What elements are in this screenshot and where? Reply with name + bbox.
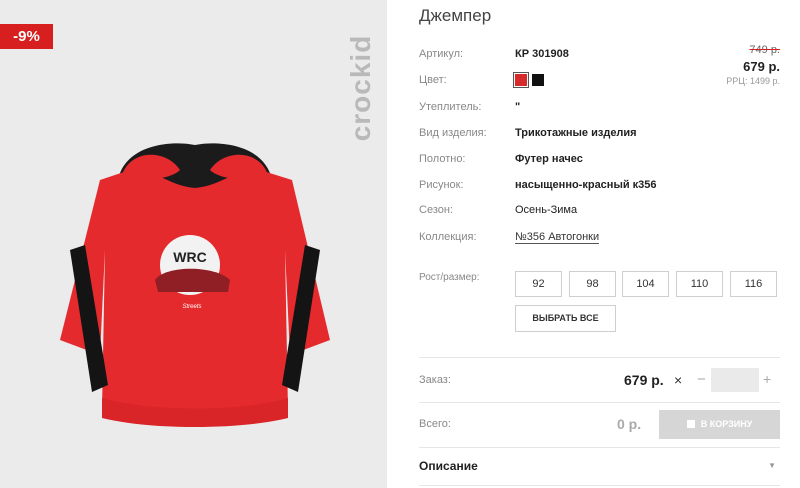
size-option[interactable]: 110 <box>676 271 723 297</box>
color-swatch-red[interactable] <box>513 72 529 88</box>
spec-row-insulation: Утеплитель: " <box>419 101 719 117</box>
brand-logo-text: crockid <box>345 34 376 142</box>
product-image-panel[interactable]: -9% crockid WRC Streets <box>0 0 387 488</box>
chevron-down-icon: ▼ <box>768 461 776 470</box>
description-title: Описание <box>419 459 478 473</box>
spec-value: " <box>515 101 521 113</box>
spec-label: Артикул: <box>419 48 464 60</box>
spec-label: Цвет: <box>419 74 447 86</box>
spec-row-fabric: Полотно: Футер начес <box>419 153 719 169</box>
spec-row-color: Цвет: <box>419 72 719 90</box>
spec-value: Осень-Зима <box>515 204 578 216</box>
spec-label: Полотно: <box>419 153 466 165</box>
product-info-panel: Джемпер Артикул: КР 301908 Цвет: Утеплит… <box>419 0 800 488</box>
size-option[interactable]: 116 <box>730 271 777 297</box>
order-label: Заказ: <box>419 374 451 386</box>
print-text: WRC <box>173 249 206 265</box>
select-all-sizes-button[interactable]: ВЫБРАТЬ ВСЕ <box>515 305 616 332</box>
quantity-input[interactable] <box>711 368 759 392</box>
divider <box>419 485 780 486</box>
minus-icon[interactable]: − <box>697 371 706 388</box>
size-option[interactable]: 104 <box>622 271 669 297</box>
print-subtext: Streets <box>182 304 201 310</box>
spec-label: Утеплитель: <box>419 101 482 113</box>
color-swatches <box>513 72 544 88</box>
spec-row-collection: Коллекция: №356 Автогонки <box>419 231 719 247</box>
add-to-cart-label: В КОРЗИНУ <box>700 419 753 429</box>
size-option[interactable]: 92 <box>515 271 562 297</box>
spec-label: Вид изделия: <box>419 127 487 139</box>
size-label: Рост/размер: <box>419 272 480 283</box>
product-photo: WRC Streets <box>60 143 330 427</box>
brand-logo: crockid <box>345 18 376 158</box>
total-value: 0 р. <box>617 416 642 432</box>
spec-row-type: Вид изделия: Трикотажные изделия <box>419 127 719 143</box>
spec-row-pattern: Рисунок: насыщенно-красный к356 <box>419 179 719 195</box>
add-to-cart-button[interactable]: В КОРЗИНУ <box>659 410 780 439</box>
spec-value: КР 301908 <box>515 48 569 60</box>
cart-icon <box>686 420 695 428</box>
color-swatch-black[interactable] <box>532 74 544 86</box>
spec-value: насыщенно-красный к356 <box>515 179 657 191</box>
spec-value: Футер начес <box>515 153 583 165</box>
divider <box>419 402 780 403</box>
collection-link[interactable]: №356 Автогонки <box>515 231 600 244</box>
size-option[interactable]: 98 <box>569 271 616 297</box>
current-price: 679 р. <box>743 59 780 74</box>
divider <box>419 357 780 358</box>
rrc-price: РРЦ: 1499 р. <box>726 76 780 86</box>
old-price: 749 р. <box>749 44 780 56</box>
spec-value: Трикотажные изделия <box>515 127 637 139</box>
spec-label: Сезон: <box>419 204 453 216</box>
times-icon: × <box>674 372 683 388</box>
product-title: Джемпер <box>419 6 492 25</box>
discount-badge: -9% <box>0 24 53 49</box>
divider <box>419 447 780 448</box>
spec-row-season: Сезон: Осень-Зима <box>419 204 719 220</box>
price-box: 749 р. 679 р. РРЦ: 1499 р. <box>726 44 780 86</box>
order-row: Заказ: 679 р. × − + <box>419 366 780 396</box>
plus-icon[interactable]: + <box>763 371 771 387</box>
order-price: 679 р. <box>624 372 664 388</box>
total-label: Всего: <box>419 418 451 430</box>
spec-label: Рисунок: <box>419 179 464 191</box>
spec-label: Коллекция: <box>419 231 477 243</box>
spec-row-article: Артикул: КР 301908 <box>419 48 719 64</box>
description-toggle[interactable]: Описание ▼ <box>419 455 780 479</box>
total-row: Всего: 0 р. В КОРЗИНУ <box>419 410 780 440</box>
